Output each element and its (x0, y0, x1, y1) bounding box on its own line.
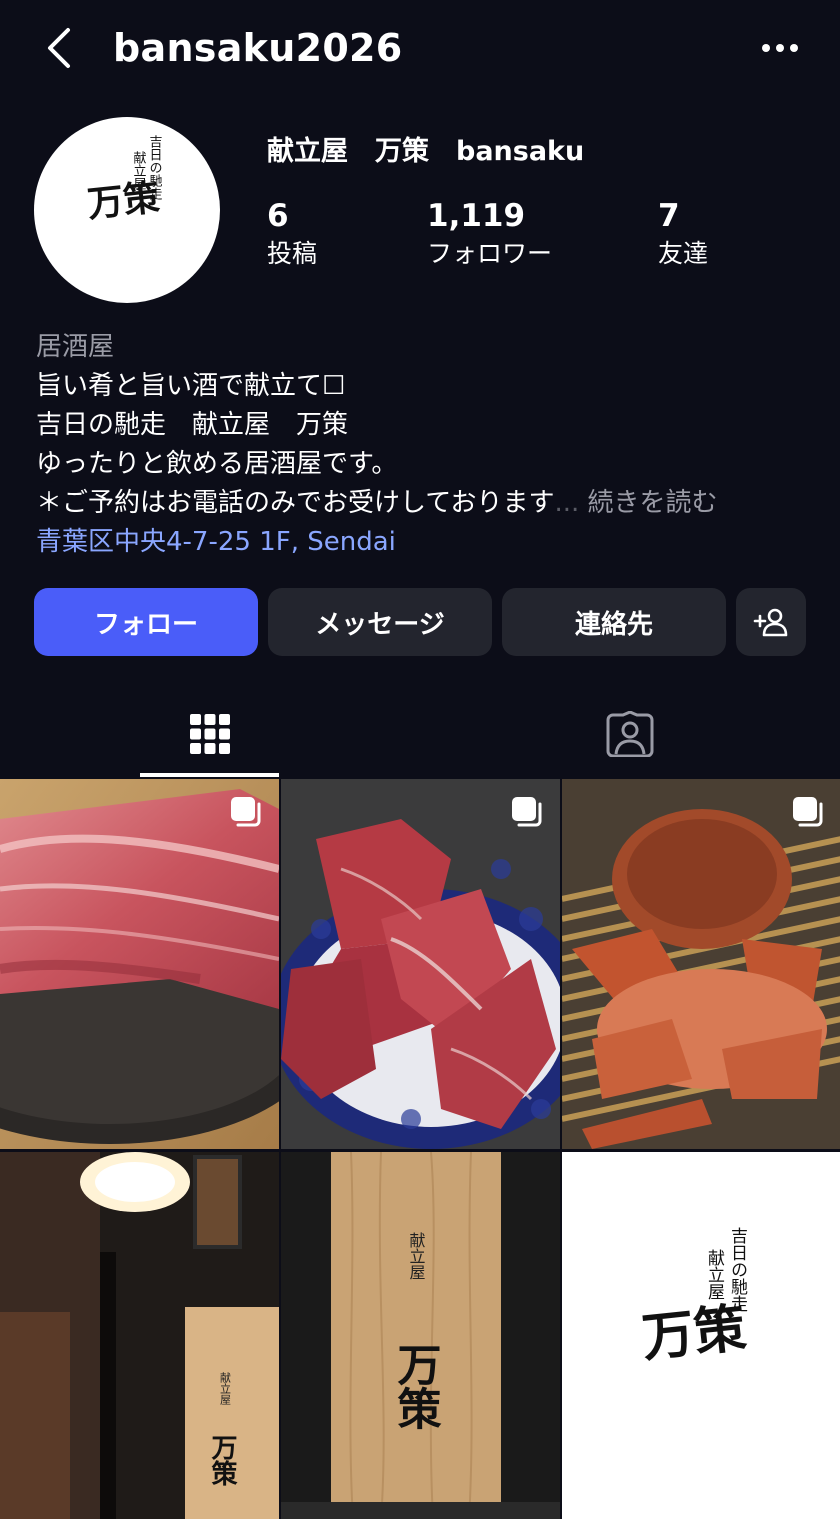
carousel-icon (512, 797, 542, 827)
display-name: 献立屋 万策 bansaku (267, 136, 585, 167)
posts-grid: 献立屋 万策 献立屋 万策 吉日の馳走 献立屋 万策 (0, 779, 840, 1519)
posts-count-stat[interactable]: 6 投稿 (267, 196, 317, 272)
bio-line: 旨い肴と旨い酒で献立て☐ (36, 371, 346, 401)
profile-username: bansaku2026 (113, 26, 403, 70)
profile-tabs (0, 690, 840, 778)
profile-bio: 居酒屋 旨い肴と旨い酒で献立て☐ 吉日の馳走 献立屋 万策 ゆったりと飲める居酒… (36, 328, 816, 562)
followers-count-stat[interactable]: 1,119 フォロワー (427, 196, 552, 272)
stat-value: 7 (658, 198, 680, 234)
svg-text:万策: 万策 (390, 1342, 442, 1430)
post-thumbnail-beef[interactable] (281, 779, 560, 1149)
bio-category: 居酒屋 (36, 332, 115, 362)
stat-label: 友達 (658, 239, 709, 268)
bio-line-text: ＊ご予約はお電話のみでお受けしております (36, 488, 555, 518)
read-more-link[interactable]: 続きを読む (588, 488, 718, 518)
svg-text:万策: 万策 (207, 1434, 237, 1486)
stat-value: 1,119 (427, 198, 526, 234)
entrance-sign-photo: 献立屋 万策 (0, 1152, 279, 1519)
add-person-button[interactable] (736, 588, 806, 656)
tagged-person-icon (606, 711, 654, 757)
post-thumbnail-wood-sign[interactable]: 献立屋 万策 (281, 1152, 560, 1519)
bio-ellipsis: ... (554, 488, 580, 518)
stat-value: 6 (267, 198, 289, 234)
svg-text:献立屋: 献立屋 (704, 1249, 725, 1300)
carousel-icon (793, 797, 823, 827)
post-thumbnail-entrance-sign[interactable]: 献立屋 万策 (0, 1152, 279, 1519)
tuna-photo (0, 779, 279, 1149)
wood-sign-photo: 献立屋 万策 (281, 1152, 560, 1519)
stat-label: 投稿 (267, 239, 318, 268)
contact-button[interactable]: 連絡先 (502, 588, 726, 656)
bio-line-last: ＊ご予約はお電話のみでお受けしております... 続きを読む (36, 484, 816, 523)
grid-icon (190, 714, 230, 754)
avatar[interactable]: 吉日の馳走 献立屋 万策 (34, 117, 220, 303)
crab-photo (562, 779, 840, 1149)
svg-text:献立屋: 献立屋 (219, 1371, 232, 1406)
chevron-left-icon[interactable] (40, 24, 80, 72)
message-button[interactable]: メッセージ (268, 588, 492, 656)
person-add-icon (753, 608, 788, 637)
svg-text:万策: 万策 (639, 1298, 749, 1370)
bio-line: ゆったりと飲める居酒屋です。 (36, 449, 398, 479)
post-thumbnail-tuna[interactable] (0, 779, 279, 1149)
carousel-icon (231, 797, 261, 827)
tab-tagged[interactable] (560, 690, 700, 778)
logo-image: 吉日の馳走 献立屋 万策 (562, 1152, 840, 1519)
tab-posts-grid[interactable] (140, 690, 280, 778)
post-thumbnail-logo[interactable]: 吉日の馳走 献立屋 万策 (562, 1152, 840, 1519)
beef-photo (281, 779, 560, 1149)
top-bar: bansaku2026 (0, 0, 840, 96)
svg-text:献立屋: 献立屋 (407, 1232, 426, 1280)
ellipsis-horizontal-icon[interactable] (756, 30, 804, 66)
stat-label: フォロワー (427, 239, 553, 268)
active-tab-indicator (140, 773, 279, 777)
bio-line: 吉日の馳走 献立屋 万策 (36, 410, 349, 440)
address-link[interactable]: 青葉区中央4-7-25 1F, Sendai (36, 523, 816, 562)
restaurant-logo-image: 吉日の馳走 献立屋 万策 (85, 135, 162, 226)
post-thumbnail-crab[interactable] (562, 779, 840, 1149)
friends-count-stat[interactable]: 7 友達 (658, 196, 708, 272)
svg-text:万策: 万策 (85, 176, 161, 225)
follow-button[interactable]: フォロー (34, 588, 258, 656)
